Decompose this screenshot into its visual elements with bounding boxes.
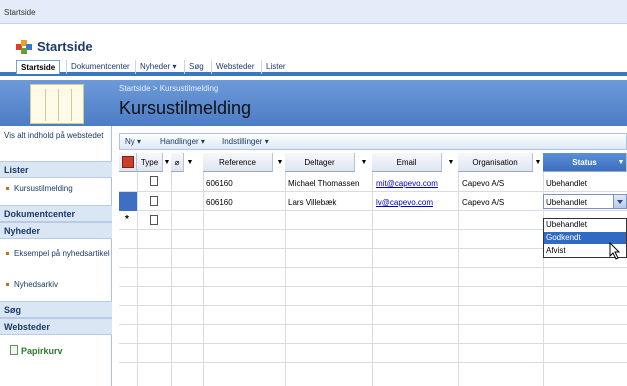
cell-organisation[interactable]: Capevo A/S — [462, 179, 504, 188]
nav-item-nyhedsarkiv[interactable]: Nyhedsarkiv — [6, 280, 110, 289]
breadcrumb[interactable]: Startside > Kursustilmelding — [119, 84, 218, 93]
column-header-reference[interactable]: Reference — [203, 153, 273, 172]
new-menu-button[interactable]: Ny ▾ — [125, 137, 141, 146]
column-header-organisation[interactable]: Organisation — [458, 153, 533, 172]
column-header-type[interactable]: Type — [137, 153, 163, 172]
nav-item-eksempel-nyhedsartikel[interactable]: Eksempel på nyhedsartikel — [6, 249, 110, 258]
row-divider — [119, 324, 627, 325]
nav-section-websteder[interactable]: Websteder — [0, 318, 112, 335]
row-divider — [119, 305, 627, 306]
top-site-link[interactable]: Startside — [4, 8, 36, 17]
nav-section-dokumentcenter[interactable]: Dokumentcenter — [0, 205, 112, 222]
column-divider — [372, 172, 373, 386]
site-title[interactable]: Startside — [37, 39, 93, 54]
list-image-icon — [30, 84, 84, 124]
tab-websteder[interactable]: Websteder — [211, 60, 259, 74]
chevron-down-icon[interactable]: ▼ — [186, 159, 194, 166]
cell-email-link[interactable]: lv@capevo.com — [376, 198, 433, 207]
column-header-attachments[interactable]: ⌀ — [171, 153, 184, 172]
chevron-down-icon[interactable]: ▼ — [360, 159, 368, 166]
chevron-down-icon[interactable]: ▼ — [447, 159, 455, 166]
column-divider — [285, 172, 286, 386]
row-divider — [119, 267, 627, 268]
cell-deltager[interactable]: Michael Thomassen — [288, 179, 359, 188]
column-divider — [171, 172, 172, 386]
chevron-down-icon[interactable] — [613, 195, 626, 208]
row-divider — [119, 286, 627, 287]
document-icon — [150, 215, 158, 225]
cell-reference[interactable]: 606160 — [206, 179, 233, 188]
page-title: Kursustilmelding — [119, 98, 252, 118]
settings-menu-button[interactable]: Indstillinger ▾ — [222, 137, 269, 146]
actions-menu-button[interactable]: Handlinger ▾ — [160, 137, 205, 146]
nav-section-nyheder[interactable]: Nyheder — [0, 222, 112, 239]
column-divider — [137, 172, 138, 386]
new-row-marker: * — [125, 214, 129, 225]
row-divider — [119, 343, 627, 344]
site-header — [0, 24, 627, 57]
recycle-bin-link[interactable]: Papirkurv — [10, 345, 63, 356]
recycle-bin-icon — [10, 345, 18, 355]
cell-organisation[interactable]: Capevo A/S — [462, 198, 504, 207]
column-header-status[interactable]: Status — [543, 153, 627, 172]
nav-section-sog[interactable]: Søg — [0, 301, 112, 318]
tab-sog[interactable]: Søg — [184, 60, 208, 74]
cell-deltager[interactable]: Lars Villebæk — [288, 198, 336, 207]
cell-email-link[interactable]: mit@capevo.com — [376, 179, 438, 188]
row-divider — [119, 191, 627, 192]
chevron-down-icon[interactable]: ▼ — [163, 159, 171, 166]
status-option-ubehandlet[interactable]: Ubehandlet — [544, 219, 626, 231]
row-divider — [119, 210, 627, 211]
document-icon — [150, 176, 158, 186]
site-logo-icon — [16, 40, 32, 54]
nav-section-lister[interactable]: Lister — [0, 161, 112, 178]
column-divider — [203, 172, 204, 386]
top-breadcrumb-bar: Startside — [0, 0, 627, 24]
view-all-content-link[interactable]: Vis alt indhold på webstedet — [4, 131, 108, 140]
grid-corner-cell — [119, 153, 137, 172]
paperclip-icon: ⌀ — [174, 158, 180, 167]
status-select[interactable]: Ubehandlet — [543, 194, 627, 209]
column-header-email[interactable]: Email — [372, 153, 442, 172]
row-divider — [119, 362, 627, 363]
tab-startside[interactable]: Startside — [16, 60, 61, 74]
nav-item-kursustilmelding[interactable]: Kursustilmelding — [6, 184, 110, 193]
chevron-down-icon[interactable]: ▼ — [617, 159, 625, 166]
cell-status[interactable]: Ubehandlet — [546, 179, 587, 188]
cell-reference[interactable]: 606160 — [206, 198, 233, 207]
document-icon — [150, 196, 158, 206]
tab-nyheder[interactable]: Nyheder ▾ — [135, 60, 180, 74]
title-area — [0, 80, 627, 126]
tab-dokumentcenter[interactable]: Dokumentcenter — [66, 60, 134, 74]
status-select-value: Ubehandlet — [546, 198, 587, 207]
row-selector-selected[interactable] — [119, 192, 137, 211]
mouse-cursor-icon — [609, 242, 621, 260]
chevron-down-icon[interactable]: ▼ — [534, 159, 542, 166]
column-divider — [458, 172, 459, 386]
chevron-down-icon[interactable]: ▼ — [276, 159, 284, 166]
tab-lister[interactable]: Lister — [261, 60, 290, 74]
datasheet-icon — [122, 156, 134, 168]
column-header-deltager[interactable]: Deltager — [285, 153, 355, 172]
